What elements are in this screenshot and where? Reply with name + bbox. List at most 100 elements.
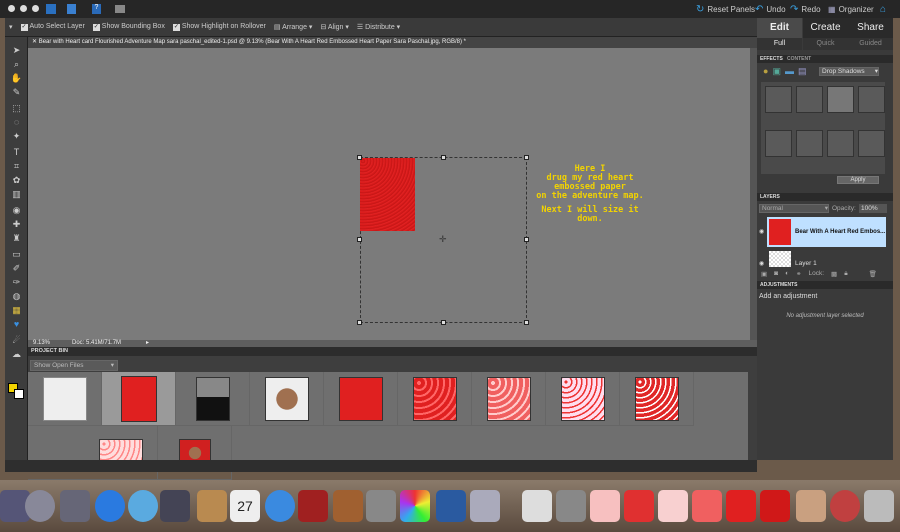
minimized-paper-dock-icon[interactable]	[590, 490, 620, 522]
cookie-cutter-tool-icon[interactable]: ✿	[10, 175, 23, 186]
shape-tool-icon[interactable]: ♥	[10, 319, 23, 330]
background-color-swatch[interactable]	[14, 389, 24, 399]
trash-dock-icon[interactable]	[864, 490, 894, 522]
iphoto-dock-icon[interactable]	[333, 490, 363, 522]
smart-brush-icon[interactable]: ✑	[10, 277, 23, 288]
opacity-field[interactable]: 100%	[859, 204, 887, 213]
new-layer-icon[interactable]: ▣	[761, 270, 767, 278]
canvas-text-note[interactable]: Here I drug my red heart embossed paper …	[528, 165, 652, 224]
itunes-dock-icon[interactable]	[265, 490, 295, 522]
bin-item[interactable]	[324, 372, 398, 426]
subtab-full[interactable]: Full	[757, 38, 802, 50]
red-embossed-paper-layer[interactable]	[360, 158, 415, 231]
zoom-window-button[interactable]	[32, 5, 39, 12]
safari-dock-icon[interactable]	[128, 490, 158, 522]
tab-create[interactable]: Create	[803, 18, 848, 38]
launchpad-dock-icon[interactable]	[25, 490, 55, 522]
minimized-paper-dock-icon[interactable]	[692, 490, 722, 522]
subtab-quick[interactable]: Quick	[803, 38, 848, 50]
mask-icon[interactable]: ◐	[785, 270, 789, 278]
red-eye-tool-icon[interactable]: ◉	[10, 205, 23, 216]
transform-handle[interactable]	[441, 155, 446, 160]
photoshop-elements-dock-icon[interactable]	[436, 490, 466, 522]
effects-category-dropdown[interactable]: Drop Shadows ▾	[819, 67, 879, 76]
gradient-tool-icon[interactable]: ▦	[10, 305, 23, 316]
crop-tool-icon[interactable]: ⌗	[10, 161, 23, 172]
reference-point-icon[interactable]: ✛	[439, 234, 447, 245]
blur-tool-icon[interactable]: ☄	[10, 335, 23, 346]
tab-edit[interactable]: Edit	[757, 18, 802, 38]
apply-button[interactable]: Apply	[837, 176, 879, 184]
system-preferences-dock-icon[interactable]	[366, 490, 396, 522]
new-adjustment-icon[interactable]: ◙	[774, 270, 778, 278]
reset-panels-button[interactable]: ↻ Reset Panels	[696, 3, 755, 15]
transform-handle[interactable]	[357, 155, 362, 160]
lasso-tool-icon[interactable]: ◌	[10, 117, 23, 128]
calendar-dock-icon[interactable]: 27	[230, 490, 260, 522]
layer-styles-icon[interactable]: ●	[763, 66, 768, 77]
save-icon[interactable]	[67, 4, 76, 14]
close-window-button[interactable]	[8, 5, 15, 12]
lock-icon[interactable]: 🔒︎	[844, 270, 847, 278]
transform-handle[interactable]	[357, 237, 362, 242]
transform-handle[interactable]	[357, 320, 362, 325]
options-menu-arrow[interactable]: ▾	[9, 23, 13, 31]
minimize-window-button[interactable]	[20, 5, 27, 12]
subtab-guided[interactable]: Guided	[848, 38, 893, 50]
drop-shadow-swatch[interactable]	[858, 86, 885, 113]
auto-select-layer-checkbox[interactable]: ✓ Auto Select Layer	[20, 23, 85, 31]
lock-transparency-icon[interactable]: ▩	[831, 270, 837, 278]
eyedropper-tool-icon[interactable]: ✎	[10, 87, 23, 98]
bin-item[interactable]	[250, 372, 324, 426]
drop-shadow-swatch[interactable]	[796, 130, 823, 157]
photo-effects-icon[interactable]: ▬	[785, 66, 794, 77]
organizer-button[interactable]: ▦ Organizer	[828, 3, 874, 15]
app-store-dock-icon[interactable]	[95, 490, 125, 522]
zoom-tool-icon[interactable]: ⌕	[10, 59, 23, 70]
colors-app-dock-icon[interactable]	[400, 490, 430, 522]
drop-shadow-swatch[interactable]	[765, 130, 792, 157]
paint-bucket-icon[interactable]: ◍	[10, 291, 23, 302]
show-open-files-dropdown[interactable]: Show Open Files ▾	[30, 360, 118, 371]
transform-handle[interactable]	[524, 237, 529, 242]
brush-tool-icon[interactable]: ✐	[10, 263, 23, 274]
straighten-tool-icon[interactable]: ▥	[10, 189, 23, 200]
minimized-paper-dock-icon[interactable]	[726, 490, 756, 522]
drop-shadow-swatch[interactable]	[796, 86, 823, 113]
minimized-bear-dock-icon[interactable]	[796, 490, 826, 522]
layer-row[interactable]: Layer 1	[767, 249, 886, 267]
undo-button[interactable]: ↶ Undo	[755, 3, 786, 15]
all-effects-icon[interactable]: ▤	[798, 66, 807, 77]
bin-item[interactable]	[620, 372, 694, 426]
align-dropdown[interactable]: ⊟ Align ▾	[320, 23, 348, 31]
transform-handle[interactable]	[524, 155, 529, 160]
layout-icon[interactable]	[115, 5, 125, 13]
layer-row-selected[interactable]: Bear With A Heart Red Embos...	[767, 217, 886, 247]
mission-control-dock-icon[interactable]	[60, 490, 90, 522]
eraser-tool-icon[interactable]: ▭	[10, 249, 23, 260]
bin-item[interactable]	[176, 372, 250, 426]
hand-tool-icon[interactable]: ✋	[10, 73, 23, 84]
minimized-paper-dock-icon[interactable]	[658, 490, 688, 522]
home-button[interactable]: ⌂	[880, 3, 886, 15]
transform-handle[interactable]	[441, 320, 446, 325]
transform-handle[interactable]	[524, 320, 529, 325]
zoom-level[interactable]: 9.13%	[33, 340, 50, 347]
status-menu-arrow[interactable]: ▸	[146, 340, 149, 347]
bin-item[interactable]	[472, 372, 546, 426]
drop-shadow-swatch[interactable]	[827, 130, 854, 157]
facetime-dock-icon[interactable]	[160, 490, 190, 522]
trash-icon[interactable]: 🗑︎	[869, 270, 877, 278]
minimized-paper-dock-icon[interactable]	[624, 490, 654, 522]
blend-mode-dropdown[interactable]: Normal ▾	[759, 204, 829, 213]
minimized-bear-heart-dock-icon[interactable]	[830, 490, 860, 522]
drop-shadow-swatch[interactable]	[765, 86, 792, 113]
bin-item[interactable]	[28, 372, 102, 426]
clone-stamp-icon[interactable]: ♜	[10, 233, 23, 244]
drop-shadow-swatch[interactable]	[827, 86, 854, 113]
contacts-dock-icon[interactable]	[197, 490, 227, 522]
photo-booth-dock-icon[interactable]	[298, 490, 328, 522]
visibility-eye-icon[interactable]: ◉	[759, 260, 764, 267]
bin-item[interactable]	[398, 372, 472, 426]
marquee-tool-icon[interactable]: ⬚	[10, 103, 23, 114]
